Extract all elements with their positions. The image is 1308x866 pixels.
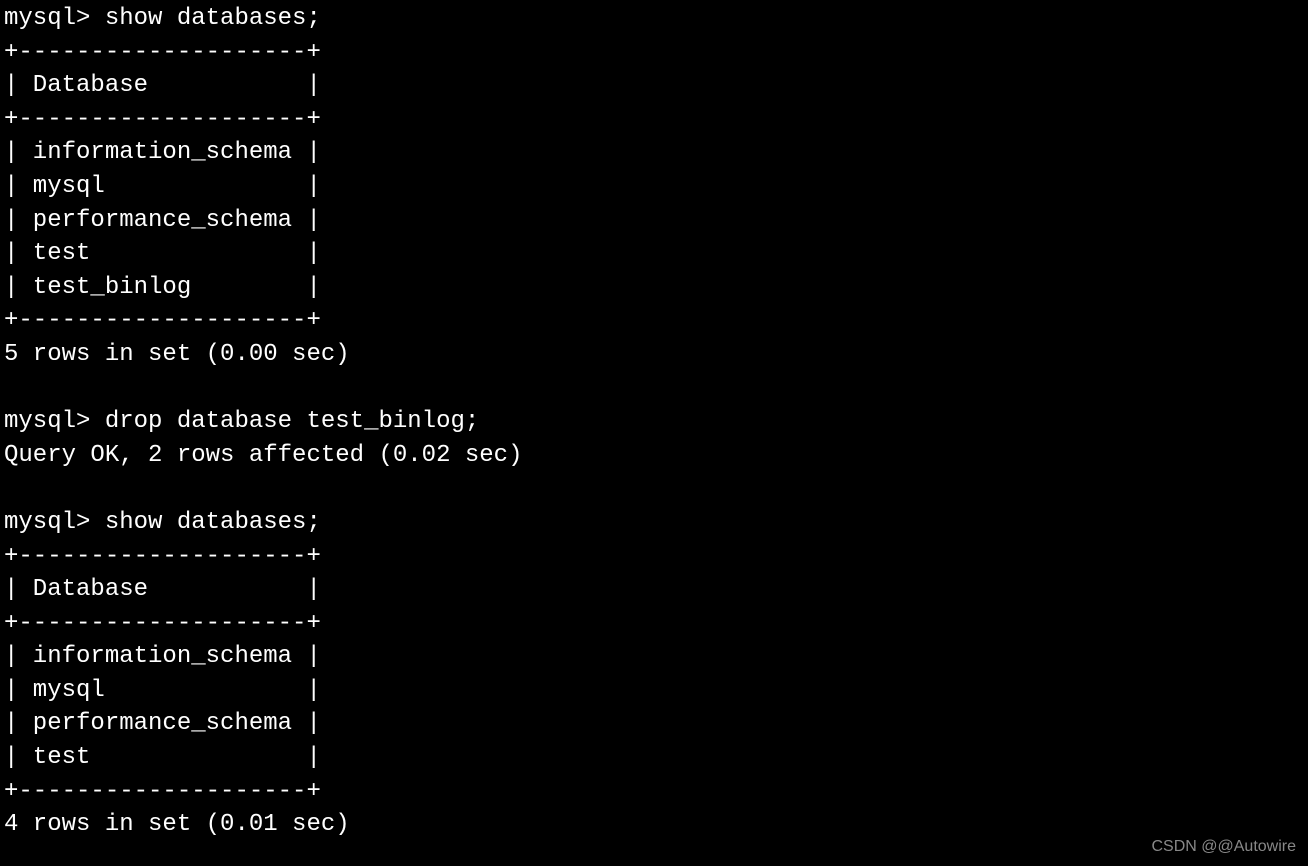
prompt: mysql> [4,408,90,435]
table2-header: | Database | [4,576,321,603]
drop-result: Query OK, 2 rows affected (0.02 sec) [4,442,522,469]
command-show-databases-1: show databases; [105,5,321,32]
table2-row-0: | information_schema | [4,643,321,670]
prompt: mysql> [4,509,90,536]
table1-row-3: | test | [4,240,321,267]
command-show-databases-2: show databases; [105,509,321,536]
table2-row-1: | mysql | [4,677,321,704]
watermark: CSDN @@Autowire [1151,836,1296,858]
table1-row-4: | test_binlog | [4,274,321,301]
table2-row-2: | performance_schema | [4,710,321,737]
table1-border-bottom: +--------------------+ [4,307,321,334]
table2-border-bottom: +--------------------+ [4,778,321,805]
table1-summary: 5 rows in set (0.00 sec) [4,341,350,368]
table2-border-top: +--------------------+ [4,543,321,570]
table1-row-1: | mysql | [4,173,321,200]
table1-border-top: +--------------------+ [4,39,321,66]
table1-row-2: | performance_schema | [4,207,321,234]
command-drop-database: drop database test_binlog; [105,408,479,435]
table1-header: | Database | [4,72,321,99]
table1-row-0: | information_schema | [4,139,321,166]
table1-border-mid: +--------------------+ [4,106,321,133]
table2-summary: 4 rows in set (0.01 sec) [4,811,350,838]
table2-row-3: | test | [4,744,321,771]
prompt: mysql> [4,5,90,32]
terminal-output: mysql> show databases; +----------------… [0,0,1308,844]
table2-border-mid: +--------------------+ [4,610,321,637]
